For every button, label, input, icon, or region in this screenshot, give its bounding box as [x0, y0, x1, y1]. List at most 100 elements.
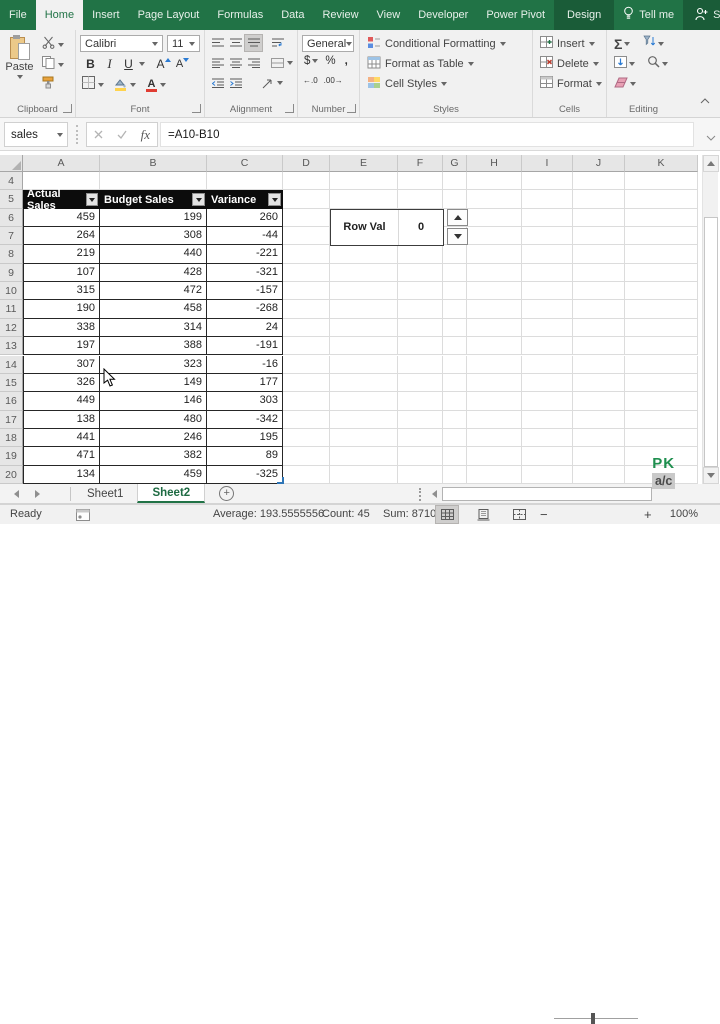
orientation-dropdown-icon[interactable] [277, 81, 283, 85]
filter-dropdown-button[interactable] [192, 193, 205, 206]
top-align-button[interactable] [209, 35, 226, 51]
cell-F16[interactable] [398, 392, 443, 410]
sheet-tab-sheet1[interactable]: Sheet1 [73, 484, 137, 503]
cell-J10[interactable] [573, 282, 625, 300]
cell-A15[interactable]: 326 [23, 374, 100, 392]
cell-H4[interactable] [467, 172, 522, 190]
cell-H18[interactable] [467, 429, 522, 447]
cell-E4[interactable] [330, 172, 398, 190]
cell-G9[interactable] [443, 264, 467, 282]
cell-G14[interactable] [443, 356, 467, 374]
cell-A6[interactable]: 459 [23, 209, 100, 227]
cell-K5[interactable] [625, 190, 698, 208]
cell-E14[interactable] [330, 356, 398, 374]
cell-C20[interactable]: -325 [207, 466, 283, 484]
cell-K10[interactable] [625, 282, 698, 300]
cell-A14[interactable]: 307 [23, 356, 100, 374]
cell-I14[interactable] [522, 356, 573, 374]
cell-F19[interactable] [398, 447, 443, 465]
cell-E5[interactable] [330, 190, 398, 208]
cell-B10[interactable]: 472 [100, 282, 207, 300]
cell-B7[interactable]: 308 [100, 227, 207, 245]
row-header-4[interactable]: 4 [0, 172, 23, 190]
cell-J7[interactable] [573, 227, 625, 245]
column-header-E[interactable]: E [330, 155, 398, 172]
cell-D13[interactable] [283, 337, 330, 355]
fill-color-dropdown-icon[interactable] [130, 83, 136, 87]
cell-H14[interactable] [467, 356, 522, 374]
cell-H12[interactable] [467, 319, 522, 337]
cell-D16[interactable] [283, 392, 330, 410]
name-box[interactable]: sales [4, 122, 68, 147]
column-header-K[interactable]: K [625, 155, 698, 172]
cell-J8[interactable] [573, 245, 625, 263]
sort-filter-icon[interactable] [642, 35, 656, 53]
cell-I16[interactable] [522, 392, 573, 410]
row-header-17[interactable]: 17 [0, 411, 23, 429]
cell-I20[interactable] [522, 466, 573, 484]
cell-D5[interactable] [283, 190, 330, 208]
ribbon-tab-developer[interactable]: Developer [409, 0, 477, 30]
middle-align-button[interactable] [227, 35, 244, 51]
tell-me-box[interactable]: Tell me [614, 0, 683, 30]
cell-K11[interactable] [625, 300, 698, 318]
cell-F8[interactable] [398, 245, 443, 263]
cell-I8[interactable] [522, 245, 573, 263]
cancel-entry-icon[interactable] [94, 126, 103, 144]
column-header-B[interactable]: B [100, 155, 207, 172]
cell-A9[interactable]: 107 [23, 264, 100, 282]
ribbon-tab-view[interactable]: View [368, 0, 410, 30]
underline-button[interactable]: U [120, 56, 137, 72]
cell-C10[interactable]: -157 [207, 282, 283, 300]
cell-D6[interactable] [283, 209, 330, 227]
cell-B18[interactable]: 246 [100, 429, 207, 447]
number-dialog-launcher[interactable] [347, 104, 356, 113]
row-header-16[interactable]: 16 [0, 392, 23, 410]
cell-F10[interactable] [398, 282, 443, 300]
cell-I17[interactable] [522, 411, 573, 429]
cell-I6[interactable] [522, 209, 573, 227]
cell-J16[interactable] [573, 392, 625, 410]
cell-G17[interactable] [443, 411, 467, 429]
cell-A8[interactable]: 219 [23, 245, 100, 263]
cell-K6[interactable] [625, 209, 698, 227]
cell-E17[interactable] [330, 411, 398, 429]
cell-B12[interactable]: 314 [100, 319, 207, 337]
cell-B9[interactable]: 428 [100, 264, 207, 282]
wrap-text-icon[interactable] [269, 35, 286, 51]
cell-C13[interactable]: -191 [207, 337, 283, 355]
cell-I10[interactable] [522, 282, 573, 300]
column-header-A[interactable]: A [23, 155, 100, 172]
borders-icon[interactable] [82, 76, 95, 94]
cell-B19[interactable]: 382 [100, 447, 207, 465]
bold-button[interactable]: B [82, 56, 99, 72]
row-header-10[interactable]: 10 [0, 282, 23, 300]
cell-D14[interactable] [283, 356, 330, 374]
shrink-font-button[interactable]: A [174, 56, 191, 72]
ribbon-tab-page-layout[interactable]: Page Layout [129, 0, 209, 30]
cell-B11[interactable]: 458 [100, 300, 207, 318]
cell-A11[interactable]: 190 [23, 300, 100, 318]
cell-A16[interactable]: 449 [23, 392, 100, 410]
cell-F15[interactable] [398, 374, 443, 392]
cell-G18[interactable] [443, 429, 467, 447]
ribbon-tab-review[interactable]: Review [313, 0, 367, 30]
cell-I4[interactable] [522, 172, 573, 190]
cell-K4[interactable] [625, 172, 698, 190]
insert-cells-button[interactable]: Insert [540, 36, 595, 51]
cell-D8[interactable] [283, 245, 330, 263]
cell-H10[interactable] [467, 282, 522, 300]
page-layout-view-button[interactable] [472, 506, 494, 523]
cell-K7[interactable] [625, 227, 698, 245]
cell-A17[interactable]: 138 [23, 411, 100, 429]
table-header-variance[interactable]: Variance [207, 190, 283, 208]
cell-C11[interactable]: -268 [207, 300, 283, 318]
cell-I5[interactable] [522, 190, 573, 208]
cut-button[interactable] [42, 36, 64, 54]
table-resize-handle[interactable] [277, 477, 284, 484]
autosum-dropdown-icon[interactable] [624, 42, 630, 46]
clipboard-dialog-launcher[interactable] [63, 104, 72, 113]
ribbon-tab-home[interactable]: Home [36, 0, 83, 30]
cell-E20[interactable] [330, 466, 398, 484]
cell-H17[interactable] [467, 411, 522, 429]
